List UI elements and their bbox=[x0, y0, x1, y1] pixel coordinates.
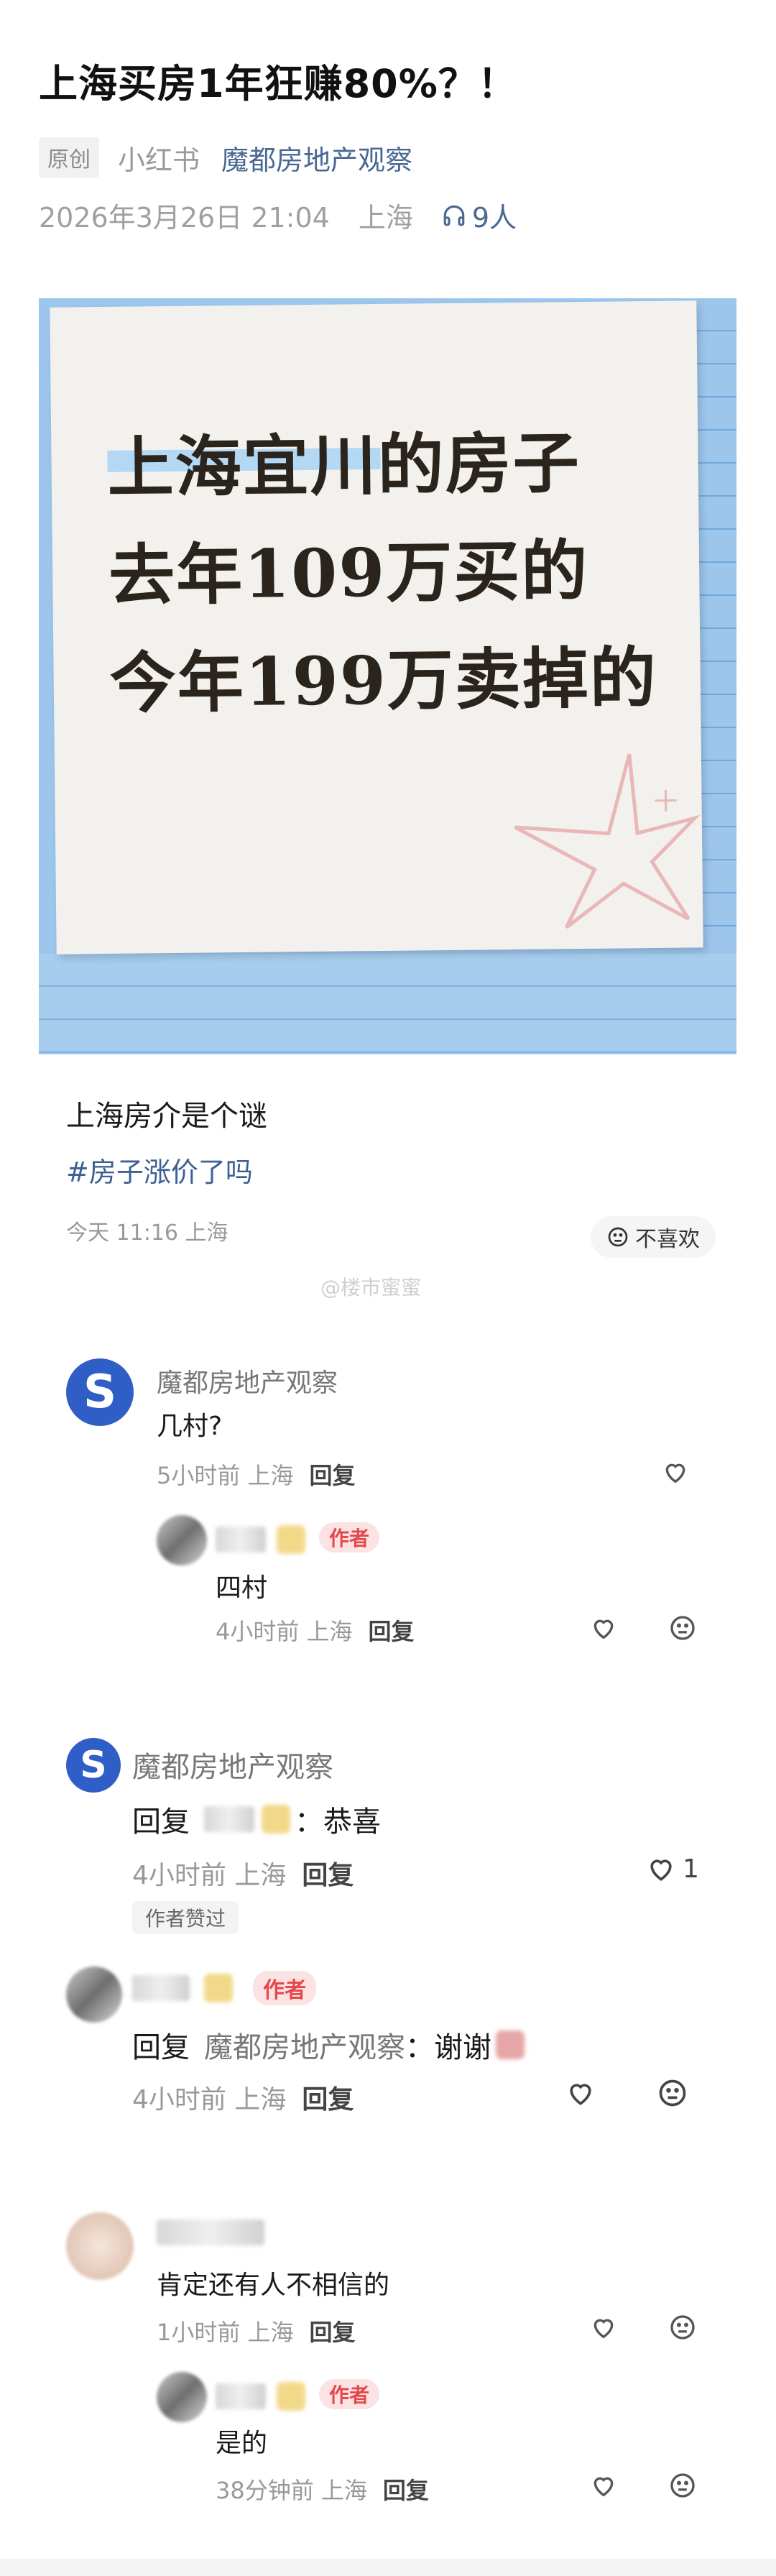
blurred-emoji bbox=[204, 1974, 233, 2002]
comment-text-row: 回复 ：恭喜 bbox=[132, 1798, 381, 1840]
like-count: 1 bbox=[683, 1854, 699, 1884]
blurred-name bbox=[132, 1975, 190, 2001]
author-tag: 作者 bbox=[253, 1971, 316, 2005]
reply-button[interactable]: 回复 bbox=[369, 1614, 415, 1647]
avatar[interactable] bbox=[157, 2372, 207, 2422]
heart-icon bbox=[593, 2477, 614, 2497]
author-tag: 作者 bbox=[319, 2379, 380, 2409]
reply-text-row: 回复 魔都房地产观察 ：谢谢 bbox=[132, 2024, 525, 2066]
original-tag: 原创 bbox=[39, 137, 99, 178]
lined-paper-bottom bbox=[39, 954, 736, 1054]
avatar[interactable] bbox=[66, 1966, 122, 2023]
article-meta-row: 原创 小红书 魔都房地产观察 bbox=[39, 137, 412, 178]
blurred-name bbox=[216, 1527, 266, 1552]
star-doodle-icon bbox=[514, 753, 701, 929]
reply-button[interactable]: 回复 bbox=[302, 2079, 354, 2116]
comment-meta: 1小时前 上海 回复 bbox=[157, 2314, 356, 2347]
react-button[interactable] bbox=[668, 1614, 697, 1642]
comment-text: ：恭喜 bbox=[295, 1806, 381, 1839]
smile-neutral-icon bbox=[670, 2315, 695, 2340]
heart-icon bbox=[665, 1463, 685, 1484]
post-text: 上海房介是个谜 bbox=[66, 1100, 267, 1133]
avatar[interactable] bbox=[157, 1515, 207, 1565]
reply-meta: 38分钟前 上海 回复 bbox=[216, 2472, 429, 2506]
comment-author[interactable]: 魔都房地产观察 bbox=[157, 1362, 338, 1399]
reply-button[interactable]: 回复 bbox=[302, 1854, 354, 1892]
author-liked-badge: 作者赞过 bbox=[132, 1901, 239, 1934]
comment-time: 4小时前 上海 bbox=[132, 1861, 287, 1890]
post-image[interactable]: 上海宜川的房子 去年109万买的 今年199万卖掉的 bbox=[39, 298, 736, 1054]
author-tag: 作者 bbox=[319, 1522, 380, 1552]
reply-prefix: 回复 bbox=[132, 1806, 190, 1839]
avatar[interactable] bbox=[66, 2212, 134, 2280]
image-text-line-2: 去年109万买的 bbox=[108, 531, 589, 615]
react-button[interactable] bbox=[657, 2077, 688, 2109]
comment-meta: 5小时前 上海 回复 bbox=[157, 1458, 356, 1491]
publish-location: 上海 bbox=[358, 202, 413, 234]
bottom-divider bbox=[0, 2559, 776, 2576]
torn-paper-note: 上海宜川的房子 去年109万买的 今年199万卖掉的 bbox=[50, 300, 703, 954]
comment-time: 5小时前 上海 bbox=[157, 1462, 294, 1489]
headphones-icon bbox=[443, 205, 465, 226]
reply-time: 4小时前 上海 bbox=[216, 1618, 353, 1645]
blurred-name bbox=[204, 1806, 254, 1832]
blurred-emoji bbox=[262, 1805, 290, 1834]
blurred-name bbox=[216, 2383, 266, 2409]
smile-neutral-icon bbox=[670, 2473, 695, 2498]
dislike-face-icon bbox=[608, 1227, 628, 1247]
reply-button[interactable]: 回复 bbox=[383, 2472, 429, 2506]
reply-time: 38分钟前 上海 bbox=[216, 2477, 367, 2504]
like-button[interactable] bbox=[565, 2077, 596, 2109]
reply-text: 四村 bbox=[216, 1573, 268, 1603]
comment-author[interactable]: 魔都房地产观察 bbox=[132, 1744, 333, 1785]
like-button[interactable] bbox=[589, 2471, 618, 2500]
like-button[interactable] bbox=[589, 1614, 618, 1642]
reply-text: ：谢谢 bbox=[405, 2031, 491, 2064]
comment-meta: 4小时前 上海 回复 bbox=[132, 1854, 354, 1892]
heart-icon bbox=[650, 1859, 672, 1881]
account-link[interactable]: 魔都房地产观察 bbox=[221, 138, 412, 178]
avatar[interactable]: S bbox=[66, 1358, 134, 1426]
reply-meta: 4小时前 上海 回复 bbox=[216, 1614, 415, 1647]
blurred-emoji bbox=[277, 2382, 305, 2411]
comment-text: 肯定还有人不相信的 bbox=[157, 2271, 390, 2300]
comment-time: 1小时前 上海 bbox=[157, 2319, 294, 2346]
image-text-line-3: 今年199万卖掉的 bbox=[109, 638, 658, 722]
smile-neutral-icon bbox=[670, 1616, 695, 1640]
like-button[interactable] bbox=[589, 2313, 618, 2342]
heart-icon bbox=[593, 2319, 614, 2339]
reply-target[interactable]: 魔都房地产观察 bbox=[204, 2024, 405, 2066]
watermark: @楼市蜜蜜 bbox=[320, 1276, 422, 1300]
react-button[interactable] bbox=[668, 2313, 697, 2342]
heart-icon bbox=[593, 1619, 614, 1639]
avatar[interactable]: S bbox=[66, 1738, 121, 1793]
listen-button[interactable]: 9人 bbox=[442, 196, 517, 235]
blurred-emoji bbox=[277, 1525, 305, 1554]
article-date-row: 2026年3月26日 21:04 上海 9人 bbox=[39, 196, 517, 235]
listeners-count: 9人 bbox=[471, 202, 517, 234]
reply-text: 是的 bbox=[216, 2429, 268, 2458]
publish-date: 2026年3月26日 21:04 bbox=[39, 202, 330, 234]
dislike-button[interactable]: 不喜欢 bbox=[591, 1216, 716, 1258]
reply-time: 4小时前 上海 bbox=[132, 2085, 287, 2115]
image-text-line-1: 上海宜川的房子 bbox=[107, 424, 581, 507]
smile-neutral-icon bbox=[659, 2079, 686, 2107]
reply-meta: 4小时前 上海 回复 bbox=[132, 2079, 354, 2116]
reply-button[interactable]: 回复 bbox=[310, 2314, 356, 2347]
blurred-name bbox=[157, 2220, 264, 2245]
post-time: 今天 11:16 上海 bbox=[66, 1220, 228, 1246]
heart-icon bbox=[570, 2084, 591, 2105]
comment-text: 几村? bbox=[157, 1412, 223, 1441]
dislike-label: 不喜欢 bbox=[635, 1227, 700, 1252]
hashtag-link[interactable]: #房子涨价了吗 bbox=[66, 1150, 253, 1190]
react-button[interactable] bbox=[668, 2471, 697, 2500]
reply-button[interactable]: 回复 bbox=[310, 1458, 356, 1491]
article-title: 上海买房1年狂赚80%？！ bbox=[39, 61, 517, 106]
reply-prefix: 回复 bbox=[132, 2031, 190, 2064]
source-label: 小红书 bbox=[118, 144, 200, 176]
blurred-emoji bbox=[496, 2030, 525, 2059]
like-button[interactable] bbox=[661, 1458, 690, 1486]
like-button[interactable]: 1 bbox=[645, 1853, 699, 1885]
